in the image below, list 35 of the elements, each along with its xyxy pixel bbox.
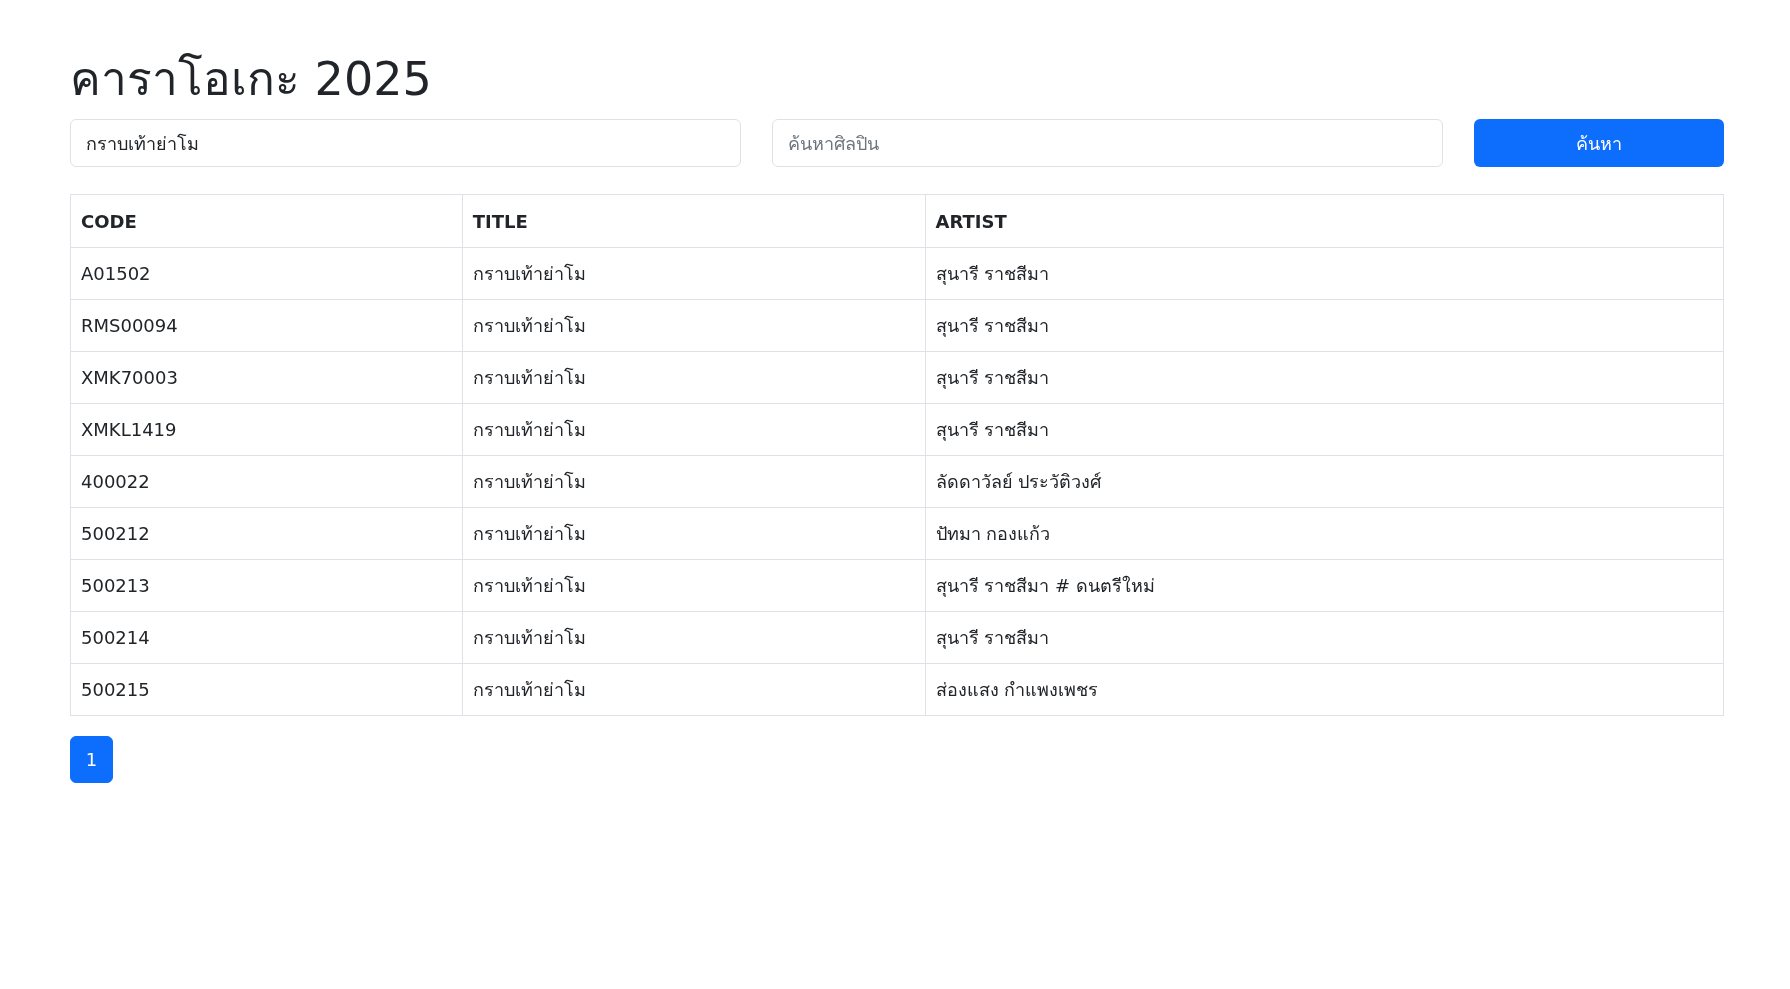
table-cell: 500215 xyxy=(70,663,463,716)
table-cell: XMK70003 xyxy=(70,351,463,404)
table-cell: กราบเท้าย่าโม xyxy=(462,559,926,612)
table-cell: ปัทมา กองแก้ว xyxy=(925,507,1724,560)
table-cell: ส่องแสง กำแพงเพชร xyxy=(925,663,1724,716)
table-cell: 400022 xyxy=(70,455,463,508)
table-cell: สุนารี ราชสีมา xyxy=(925,299,1724,352)
table-cell: XMKL1419 xyxy=(70,403,463,456)
table-cell: 500214 xyxy=(70,611,463,664)
column-header: CODE xyxy=(70,194,463,248)
table-cell: กราบเท้าย่าโม xyxy=(462,247,926,300)
table-cell: 500212 xyxy=(70,507,463,560)
table-cell: กราบเท้าย่าโม xyxy=(462,403,926,456)
page-button[interactable]: 1 xyxy=(70,736,113,784)
table-cell: กราบเท้าย่าโม xyxy=(462,351,926,404)
table-cell: กราบเท้าย่าโม xyxy=(462,611,926,664)
table-cell: สุนารี ราชสีมา xyxy=(925,611,1724,664)
table-cell: สุนารี ราชสีมา # ดนตรีใหม่ xyxy=(925,559,1724,612)
table-cell: RMS00094 xyxy=(70,299,463,352)
column-header: TITLE xyxy=(462,194,926,248)
table-cell: กราบเท้าย่าโม xyxy=(462,507,926,560)
table-cell: กราบเท้าย่าโม xyxy=(462,455,926,508)
table-cell: สุนารี ราชสีมา xyxy=(925,247,1724,300)
table-cell: 500213 xyxy=(70,559,463,612)
artist-search-field[interactable]: ค้นหาศิลปิน xyxy=(772,119,1443,168)
table-cell: A01502 xyxy=(70,247,463,300)
search-button[interactable]: ค้นหา xyxy=(1474,119,1724,168)
page-title: คาราโอเกะ 2025 xyxy=(70,52,433,108)
table-cell: กราบเท้าย่าโม xyxy=(462,299,926,352)
table-cell: สุนารี ราชสีมา xyxy=(925,403,1724,456)
table-cell: สุนารี ราชสีมา xyxy=(925,351,1724,404)
table-cell: ลัดดาวัลย์ ประวัติวงศ์ xyxy=(925,455,1724,508)
column-header: ARTIST xyxy=(925,194,1724,248)
title-search-field[interactable]: กราบเท้าย่าโม xyxy=(70,119,741,168)
table-cell: กราบเท้าย่าโม xyxy=(462,663,926,716)
